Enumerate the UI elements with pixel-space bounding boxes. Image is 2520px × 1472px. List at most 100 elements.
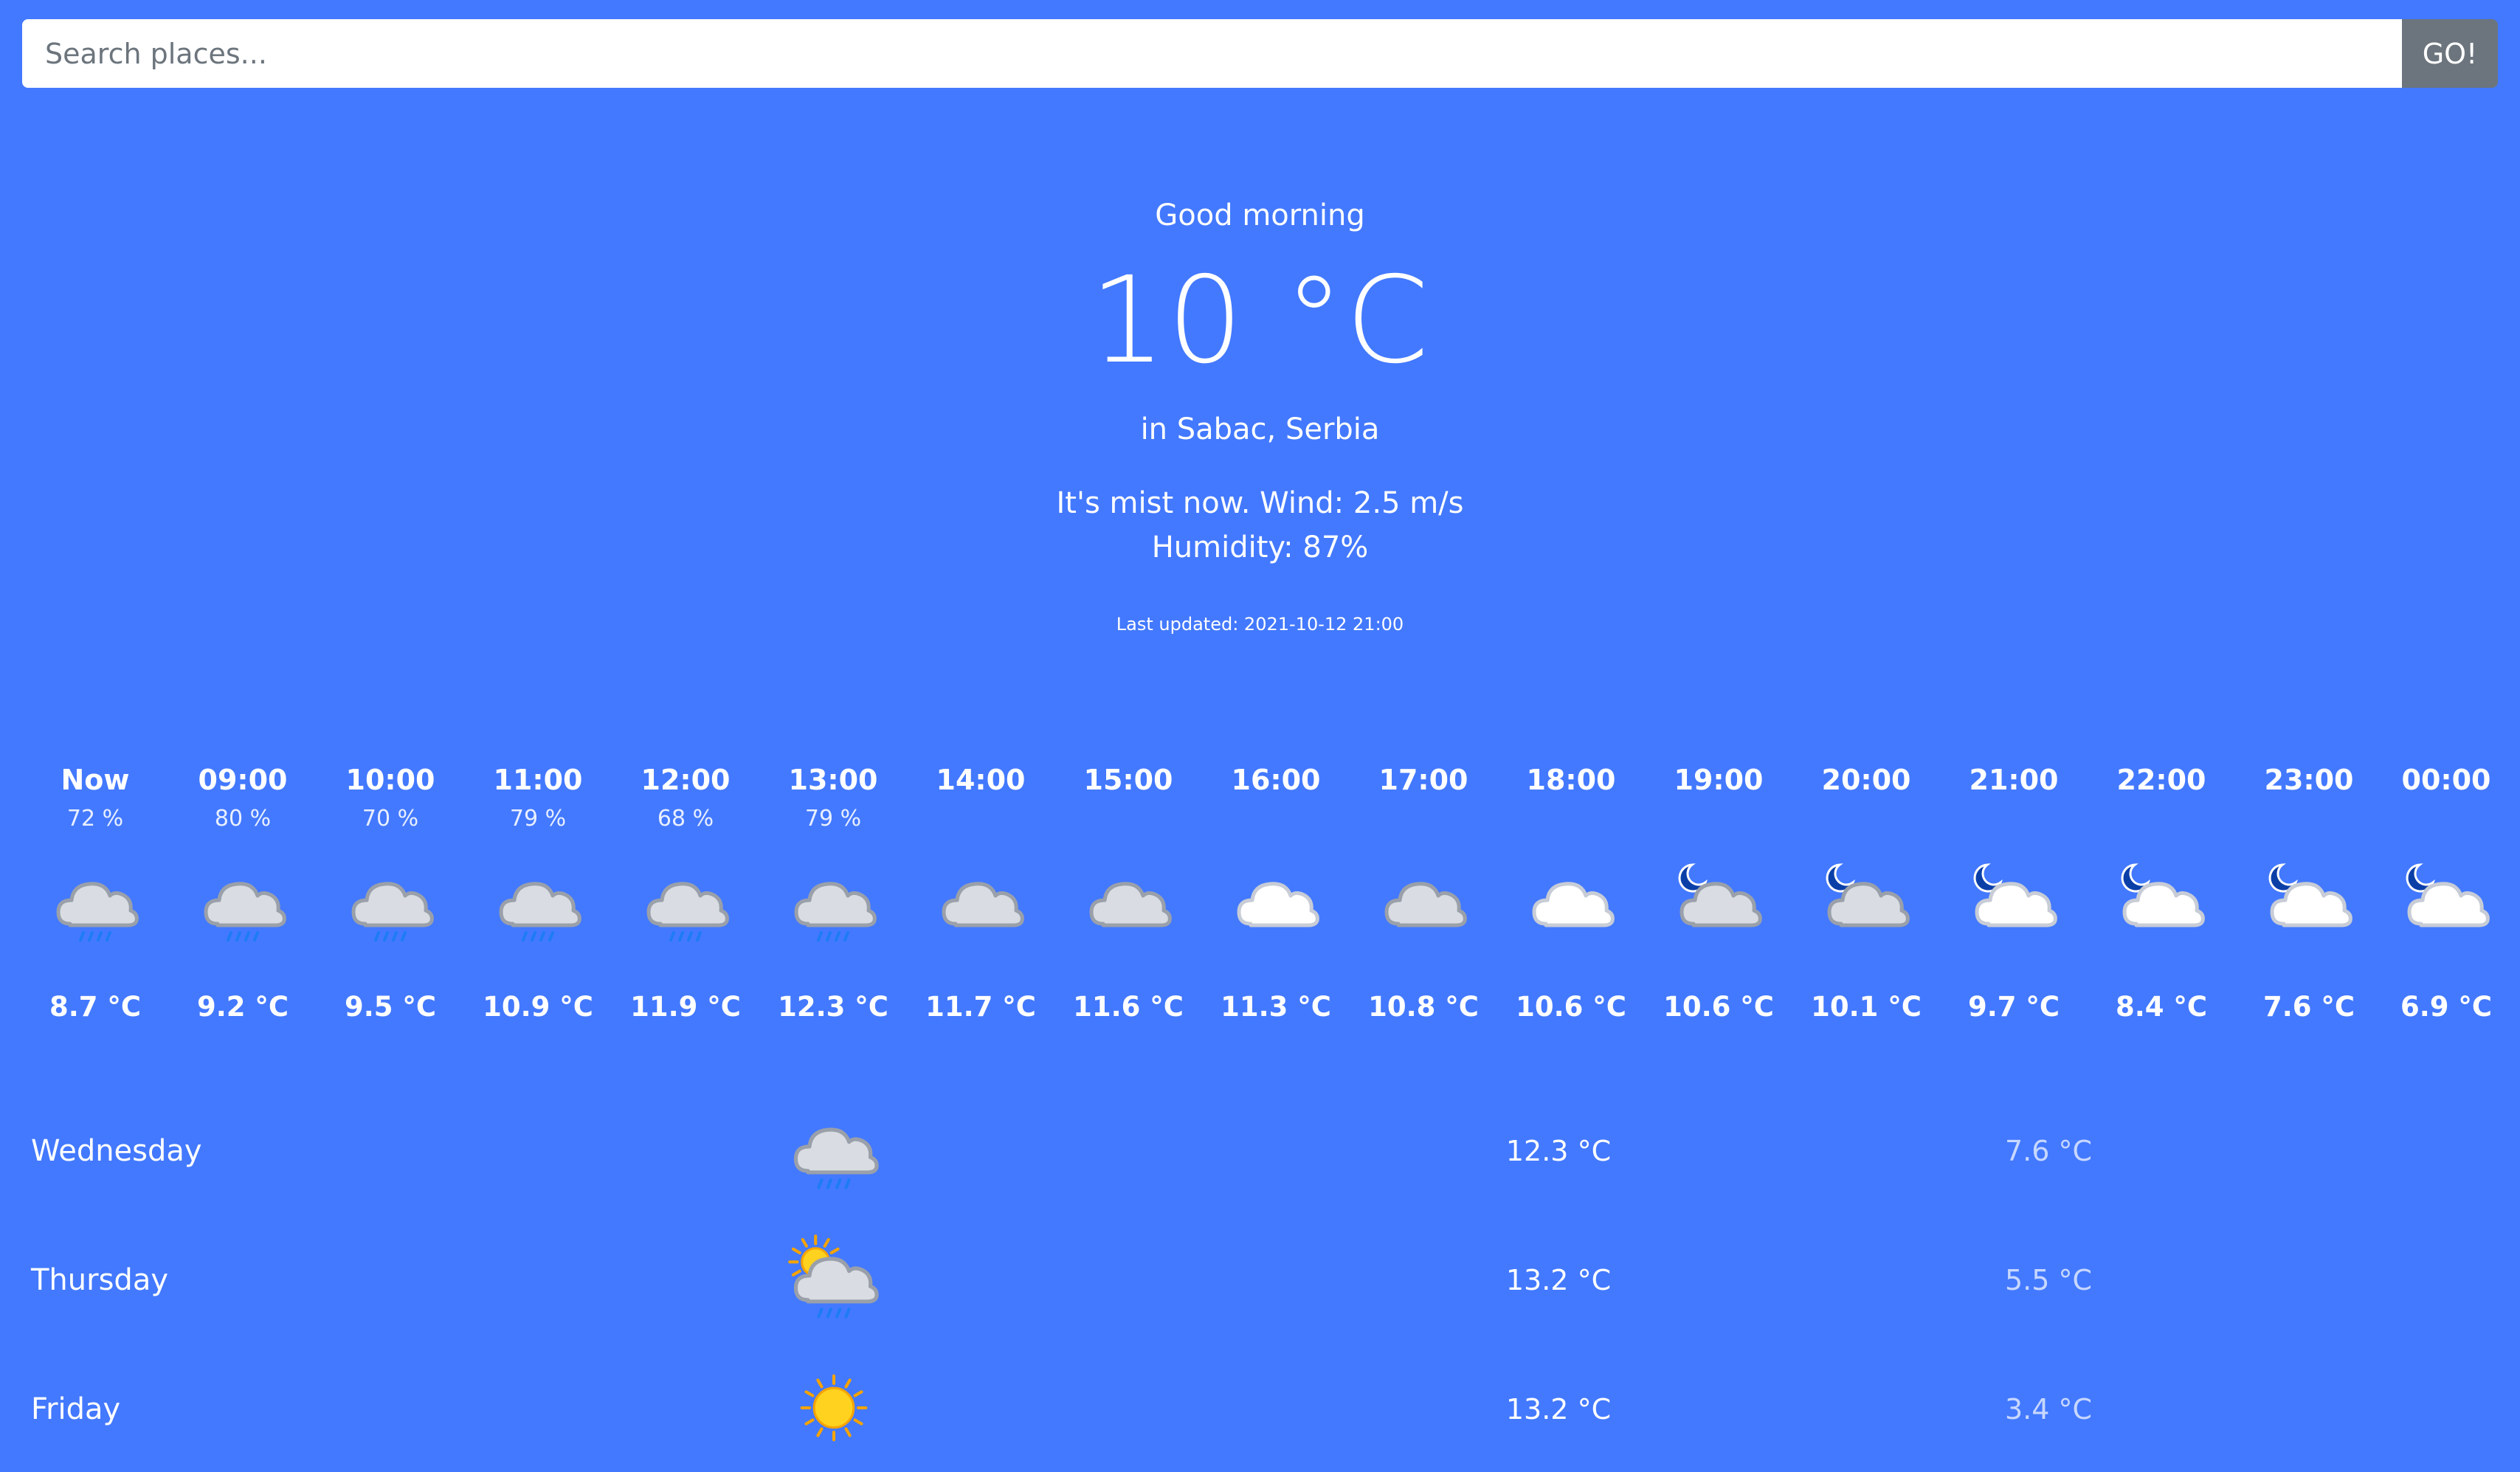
- humidity: Humidity: 87%: [1151, 531, 1369, 564]
- hour-column: 21:00 9.7 °C: [1940, 753, 2088, 1048]
- hour-humidity: 68 %: [657, 806, 714, 832]
- rain-cloud-icon: [785, 1101, 883, 1198]
- hour-column: 19:00 10.6 °C: [1645, 753, 1792, 1048]
- rain-cloud-icon: [343, 856, 438, 950]
- hour-column: 10:00 70 % 9.5 °C: [317, 753, 464, 1048]
- day-row: Friday 13.2 °C 3.4 °C: [0, 1343, 2520, 1472]
- hour-humidity: 70 %: [362, 806, 419, 832]
- hour-time: 17:00: [1378, 764, 1468, 796]
- hour-time: Now: [61, 764, 130, 796]
- white-cloud-icon: [1229, 856, 1323, 950]
- day-row: Thursday 13.2 °C 5.5 °C: [0, 1214, 2520, 1343]
- hour-time: 10:00: [345, 764, 435, 796]
- hour-temperature: 11.7 °C: [925, 991, 1036, 1023]
- hour-temperature: 10.6 °C: [1516, 991, 1626, 1023]
- hour-column: 17:00 10.8 °C: [1350, 753, 1497, 1048]
- location: in Sabac, Serbia: [1140, 412, 1380, 446]
- hour-humidity: 79 %: [509, 806, 567, 832]
- hour-time: 00:00: [2401, 764, 2491, 796]
- moon-white-cloud-icon: [2399, 856, 2493, 950]
- hour-column: 15:00 11.6 °C: [1054, 753, 1202, 1048]
- day-name: Wednesday: [31, 1134, 202, 1168]
- hour-humidity: 72 %: [66, 806, 124, 832]
- day-low-temperature: 7.6 °C: [2004, 1135, 2093, 1167]
- go-button[interactable]: GO!: [2402, 19, 2498, 88]
- hour-temperature: 9.7 °C: [1967, 991, 2060, 1023]
- hour-column: 23:00 7.6 °C: [2235, 753, 2383, 1048]
- hour-column: 22:00 8.4 °C: [2088, 753, 2235, 1048]
- day-high-temperature: 13.2 °C: [1505, 1264, 1612, 1296]
- greeting: Good morning: [1155, 198, 1365, 232]
- white-cloud-icon: [1524, 856, 1618, 950]
- moon-white-cloud-icon: [2114, 856, 2209, 950]
- conditions: It's mist now. Wind: 2.5 m/s: [1056, 486, 1464, 520]
- hour-time: 20:00: [1821, 764, 1911, 796]
- hour-temperature: 10.9 °C: [483, 991, 593, 1023]
- hour-time: 19:00: [1674, 764, 1764, 796]
- sun-rain-cloud-icon: [785, 1230, 883, 1327]
- hour-column: 00:00 6.9 °C: [2372, 753, 2520, 1048]
- sun-icon: [785, 1359, 883, 1457]
- rain-cloud-icon: [196, 856, 290, 950]
- day-low-temperature: 3.4 °C: [2004, 1393, 2093, 1426]
- moon-cloud-icon: [1819, 856, 1913, 950]
- hour-column: 12:00 68 % 11.9 °C: [612, 753, 759, 1048]
- rain-cloud-icon: [638, 856, 733, 950]
- hour-time: 12:00: [641, 764, 731, 796]
- day-name: Thursday: [31, 1263, 168, 1297]
- cloud-icon: [1376, 856, 1471, 950]
- day-high-temperature: 12.3 °C: [1505, 1135, 1612, 1167]
- hour-column: 09:00 80 % 9.2 °C: [169, 753, 317, 1048]
- hour-temperature: 7.6 °C: [2262, 991, 2355, 1023]
- hour-time: 18:00: [1526, 764, 1616, 796]
- hour-temperature: 10.8 °C: [1368, 991, 1479, 1023]
- hour-time: 09:00: [198, 764, 288, 796]
- hour-column: Now 72 % 8.7 °C: [21, 753, 169, 1048]
- hour-temperature: 9.5 °C: [344, 991, 437, 1023]
- hour-time: 13:00: [788, 764, 878, 796]
- hour-column: 13:00 79 % 12.3 °C: [759, 753, 907, 1048]
- hour-time: 14:00: [936, 764, 1026, 796]
- rain-cloud-icon: [491, 856, 585, 950]
- day-name: Friday: [31, 1392, 121, 1426]
- hour-temperature: 10.1 °C: [1811, 991, 1922, 1023]
- day-row: Wednesday 12.3 °C 7.6 °C: [0, 1085, 2520, 1214]
- hour-temperature: 10.6 °C: [1663, 991, 1774, 1023]
- moon-white-cloud-icon: [1967, 856, 2061, 950]
- hour-temperature: 6.9 °C: [2400, 991, 2493, 1023]
- last-updated: Last updated: 2021-10-12 21:00: [1116, 614, 1404, 635]
- hour-column: 11:00 79 % 10.9 °C: [464, 753, 612, 1048]
- daily-forecast: Wednesday 12.3 °C 7.6 °C Thursday 13.2 °C 5.5…: [0, 1085, 2520, 1442]
- day-low-temperature: 5.5 °C: [2004, 1264, 2093, 1296]
- current-temperature: 10 °C: [1089, 252, 1431, 390]
- hour-temperature: 8.7 °C: [49, 991, 142, 1023]
- day-high-temperature: 13.2 °C: [1505, 1393, 1612, 1426]
- search-input[interactable]: [22, 19, 2402, 88]
- rain-cloud-icon: [48, 856, 142, 950]
- moon-white-cloud-icon: [2262, 856, 2356, 950]
- search-bar: GO!: [22, 19, 2498, 88]
- hour-column: 20:00 10.1 °C: [1792, 753, 1940, 1048]
- cloud-icon: [933, 856, 1028, 950]
- hour-temperature: 12.3 °C: [778, 991, 888, 1023]
- hour-column: 14:00 11.7 °C: [907, 753, 1054, 1048]
- hour-column: 18:00 10.6 °C: [1497, 753, 1645, 1048]
- hour-column: 16:00 11.3 °C: [1202, 753, 1350, 1048]
- hour-time: 23:00: [2264, 764, 2354, 796]
- hour-temperature: 11.6 °C: [1073, 991, 1184, 1023]
- cloud-icon: [1081, 856, 1176, 950]
- hour-temperature: 8.4 °C: [2115, 991, 2208, 1023]
- hour-temperature: 11.9 °C: [630, 991, 741, 1023]
- rain-cloud-icon: [786, 856, 880, 950]
- hour-time: 22:00: [2116, 764, 2206, 796]
- hour-humidity: 79 %: [804, 806, 862, 832]
- hourly-forecast: Now 72 % 8.7 °C 09:00 80 % 9.2 °C 10:00 70 % 9.5…: [0, 753, 2520, 1048]
- hour-time: 15:00: [1083, 764, 1173, 796]
- hour-time: 11:00: [493, 764, 583, 796]
- hour-humidity: 80 %: [214, 806, 272, 832]
- hour-temperature: 11.3 °C: [1221, 991, 1331, 1023]
- hour-time: 16:00: [1231, 764, 1321, 796]
- moon-cloud-icon: [1671, 856, 1766, 950]
- hour-temperature: 9.2 °C: [196, 991, 289, 1023]
- hour-time: 21:00: [1969, 764, 2059, 796]
